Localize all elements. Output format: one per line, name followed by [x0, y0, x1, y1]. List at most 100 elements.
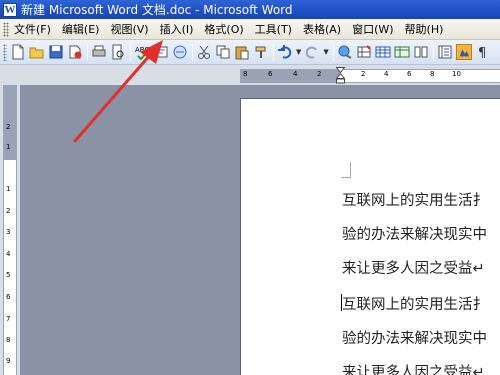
- format-painter-button[interactable]: [253, 44, 269, 60]
- toolbar-separator: [192, 43, 193, 61]
- window-title: 新建 Microsoft Word 文档.doc - Microsoft Wor…: [21, 3, 293, 17]
- redo-dropdown-icon[interactable]: ▼: [323, 48, 328, 56]
- translate-icon: [173, 45, 187, 59]
- ruler-tick: 1: [6, 185, 11, 193]
- document-line[interactable]: 互联网上的实用生活扌: [342, 189, 487, 210]
- undo-icon: [278, 45, 292, 59]
- redo-button[interactable]: [304, 44, 320, 60]
- tables-borders-button[interactable]: [356, 44, 372, 60]
- research-button[interactable]: [153, 44, 169, 60]
- document-map-button[interactable]: [437, 44, 453, 60]
- table-icon: [375, 46, 391, 58]
- toolbar-separator: [273, 43, 274, 61]
- menu-edit[interactable]: 编辑(E): [62, 19, 100, 39]
- ruler-tick: 8: [243, 70, 248, 78]
- hyperlink-button[interactable]: [337, 44, 353, 60]
- undo-button[interactable]: [277, 44, 293, 60]
- document-line[interactable]: 验的办法来解决现实中: [342, 223, 487, 244]
- text-boundary-corner: [341, 162, 351, 178]
- insert-excel-button[interactable]: [394, 44, 410, 60]
- menu-view[interactable]: 视图(V): [110, 19, 148, 39]
- indent-marker-icon[interactable]: [336, 67, 345, 84]
- copy-icon: [216, 45, 230, 59]
- drawing-button[interactable]: [455, 44, 472, 60]
- menu-window[interactable]: 窗口(W): [352, 19, 393, 39]
- cut-button[interactable]: [196, 44, 212, 60]
- ruler-tick: 2: [6, 207, 11, 215]
- ruler-tick: 10: [452, 70, 461, 78]
- toolbar-grip-handle[interactable]: [3, 43, 7, 61]
- copy-button[interactable]: [215, 44, 231, 60]
- horizontal-ruler[interactable]: 8 6 4 2 2 4 6 8 10: [240, 67, 500, 84]
- document-line[interactable]: 验的办法来解决现实中: [342, 327, 487, 348]
- print-preview-icon: [112, 44, 124, 60]
- printer-icon: [92, 45, 106, 57]
- research-icon: [154, 46, 168, 58]
- ruler-tick: 6: [268, 70, 273, 78]
- scissors-icon: [198, 45, 210, 59]
- horizontal-ruler-area: 8 6 4 2 2 4 6 8 10: [0, 65, 500, 85]
- print-preview-button[interactable]: [110, 44, 126, 60]
- columns-button[interactable]: [413, 44, 429, 60]
- svg-text:¶: ¶: [478, 46, 486, 60]
- ruler-tick: 2: [6, 123, 11, 131]
- translate-button[interactable]: [172, 44, 188, 60]
- new-document-icon: [12, 44, 24, 60]
- drawing-icon: [459, 49, 470, 57]
- menu-table[interactable]: 表格(A): [303, 19, 341, 39]
- toolbar-separator: [87, 43, 88, 61]
- menu-help[interactable]: 帮助(H): [405, 19, 444, 39]
- ruler-tick: 6: [6, 293, 11, 301]
- document-page[interactable]: 互联网上的实用生活扌 验的办法来解决现实中 来让更多人因之受益↵ 互联网上的实用…: [240, 98, 500, 375]
- print-button[interactable]: [91, 44, 107, 60]
- spelling-button[interactable]: ABC: [134, 44, 150, 60]
- paste-button[interactable]: [234, 44, 250, 60]
- document-line[interactable]: 互联网上的实用生活扌: [342, 293, 487, 314]
- hyperlink-icon: [338, 45, 352, 59]
- ruler-tick: 8: [6, 336, 11, 344]
- title-bar: W 新建 Microsoft Word 文档.doc - Microsoft W…: [0, 0, 500, 19]
- paragraph-mark-icon: ¶: [478, 46, 486, 60]
- ruler-tick: 9: [6, 357, 11, 365]
- tables-borders-icon: [357, 45, 371, 58]
- vertical-ruler[interactable]: 2 1 1 2 3 4 5 6 7 8 9: [3, 85, 17, 375]
- document-line[interactable]: 来让更多人因之受益↵: [342, 361, 485, 375]
- document-map-icon: [438, 45, 452, 59]
- ruler-tick: 8: [430, 70, 435, 78]
- permission-icon: [69, 45, 82, 59]
- open-button[interactable]: [29, 44, 45, 60]
- standard-toolbar: ABC ▼ ▼ ¶: [0, 40, 500, 65]
- redo-icon: [306, 46, 318, 59]
- ruler-tick: 4: [6, 250, 11, 258]
- ruler-tick: 7: [6, 315, 11, 323]
- clipboard-icon: [235, 46, 249, 60]
- ruler-tick: 5: [6, 271, 11, 279]
- insert-table-button[interactable]: [375, 44, 391, 60]
- save-button[interactable]: [48, 44, 64, 60]
- format-painter-icon: [255, 46, 266, 58]
- menu-bar: 文件(F) 编辑(E) 视图(V) 插入(I) 格式(O) 工具(T) 表格(A…: [0, 19, 500, 40]
- menu-insert[interactable]: 插入(I): [160, 19, 194, 39]
- menu-format[interactable]: 格式(O): [204, 19, 243, 39]
- ruler-tick: 2: [317, 70, 322, 78]
- show-hide-button[interactable]: ¶: [475, 44, 491, 60]
- permission-button[interactable]: [67, 44, 83, 60]
- new-document-button[interactable]: [10, 44, 26, 60]
- spelling-check-icon: ABC: [135, 46, 149, 60]
- word-app-icon[interactable]: W: [3, 2, 17, 17]
- save-icon: [49, 45, 63, 59]
- document-line[interactable]: 来让更多人因之受益↵: [342, 257, 485, 278]
- menu-grip-handle[interactable]: [3, 21, 9, 37]
- ruler-left-margin: [240, 70, 340, 82]
- menu-file[interactable]: 文件(F): [14, 19, 51, 39]
- toolbar-separator: [432, 43, 434, 61]
- excel-sheet-icon: [394, 46, 410, 58]
- columns-icon: [414, 46, 428, 58]
- ruler-tick: 4: [293, 70, 298, 78]
- ruler-tick: 4: [384, 70, 389, 78]
- ruler-tick: 2: [361, 70, 366, 78]
- open-folder-icon: [29, 47, 44, 59]
- ruler-tick: 6: [407, 70, 412, 78]
- menu-tools[interactable]: 工具(T): [255, 19, 292, 39]
- undo-dropdown-icon[interactable]: ▼: [296, 48, 301, 56]
